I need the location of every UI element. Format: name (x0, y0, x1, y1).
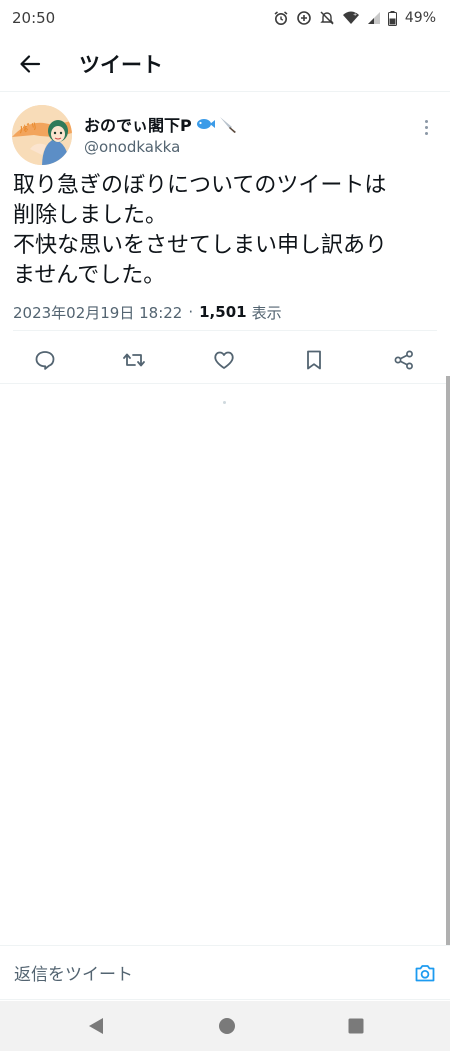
loading-indicator (223, 401, 226, 404)
reply-button[interactable] (25, 335, 65, 385)
avatar-illustration: ﾉﾎﾞﾘ (12, 105, 72, 165)
tweet-meta: 2023年02月19日 18:22 · 1,501 表示 (13, 301, 450, 323)
mute-icon (320, 11, 334, 25)
status-icons: + 49% (273, 10, 436, 26)
system-nav-bar (0, 1001, 450, 1051)
more-options-button[interactable] (416, 115, 436, 139)
divider (0, 383, 450, 384)
wifi-icon: + (342, 11, 359, 24)
tweet-text-line: 取り急ぎのぼりについてのツイートは (13, 173, 387, 198)
tweet-author-row: ﾉﾎﾞﾘ おのでぃ閣下P @onodkakka (0, 93, 450, 171)
reply-input[interactable]: 返信をツイート (14, 960, 133, 985)
scrollbar[interactable] (446, 376, 450, 946)
tweet-text-line: 削除しました。 (13, 203, 168, 228)
more-dot-icon (424, 131, 428, 135)
recents-square-icon (348, 1018, 364, 1034)
author-handle[interactable]: @onodkakka (84, 138, 180, 156)
tweet: ﾉﾎﾞﾘ おのでぃ閣下P @onodkakka 取り急ぎのぼりについてのツイート… (0, 93, 450, 323)
tweet-actions (0, 335, 450, 385)
nav-recents-button[interactable] (346, 1016, 366, 1036)
author-name: おのでぃ閣下P (84, 116, 192, 135)
signal-icon (367, 12, 380, 24)
like-icon (214, 351, 234, 369)
arrow-left-icon (20, 54, 41, 73)
bookmark-icon (307, 350, 321, 370)
reply-composer[interactable]: 返信をツイート (0, 945, 450, 1000)
camera-icon[interactable] (414, 963, 436, 983)
retweet-icon (123, 353, 145, 367)
tweet-text-line: 不快な思いをさせてしまい申し訳あり (13, 233, 388, 258)
more-dot-icon (424, 125, 428, 129)
status-time: 20:50 (12, 9, 56, 27)
svg-text:+: + (353, 12, 357, 18)
avatar[interactable]: ﾉﾎﾞﾘ (12, 105, 72, 165)
more-dot-icon (424, 119, 428, 123)
top-app-bar: ツイート (0, 36, 450, 92)
page-title: ツイート (79, 52, 163, 77)
fish-emoji (196, 119, 215, 129)
alarm-icon (274, 11, 288, 25)
retweet-button[interactable] (114, 335, 154, 385)
knife-emoji (219, 117, 236, 133)
status-bar: 20:50 + 49% (0, 0, 450, 36)
nav-home-button[interactable] (217, 1016, 237, 1036)
home-circle-icon (219, 1018, 235, 1034)
tweet-text-line: ませんでした。 (13, 263, 166, 288)
author-name-row[interactable]: おのでぃ閣下P (84, 112, 238, 136)
back-button[interactable] (0, 36, 60, 92)
tweet-timestamp[interactable]: 2023年02月19日 18:22 (13, 302, 182, 323)
battery-icon (387, 10, 397, 26)
share-icon (394, 350, 413, 370)
share-button[interactable] (384, 335, 424, 385)
back-triangle-icon (89, 1018, 103, 1034)
views-count[interactable]: 1,501 (199, 303, 246, 321)
data-saver-icon (297, 11, 311, 25)
reply-icon (35, 351, 55, 370)
nav-back-button[interactable] (86, 1016, 106, 1036)
tweet-text: 取り急ぎのぼりについてのツイートは 削除しました。 不快な思いをさせてしまい申し… (0, 171, 450, 291)
divider (13, 330, 437, 331)
like-button[interactable] (204, 335, 244, 385)
meta-separator: · (188, 303, 194, 321)
battery-percent: 49% (404, 10, 436, 26)
bookmark-button[interactable] (294, 335, 334, 385)
views-label[interactable]: 表示 (252, 302, 282, 323)
